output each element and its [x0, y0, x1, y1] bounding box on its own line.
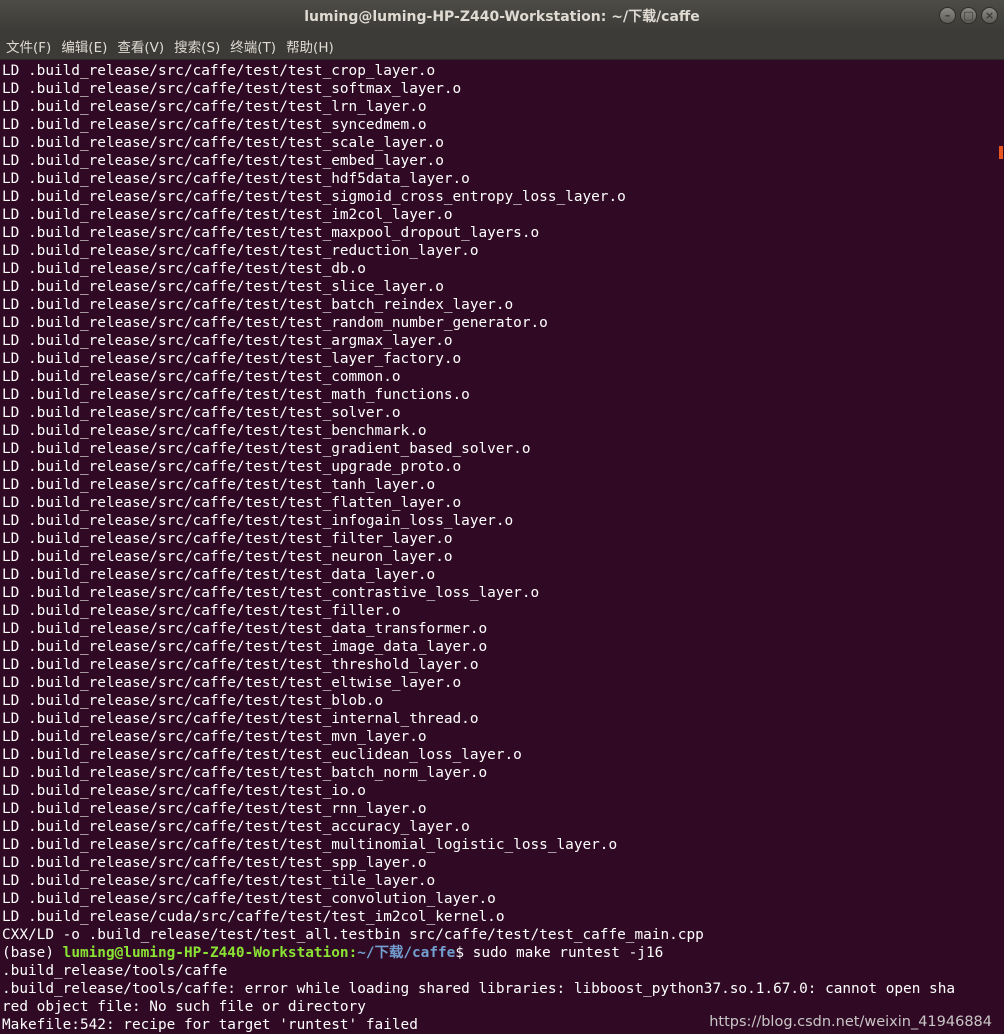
watermark: https://blog.csdn.net/weixin_41946884 — [707, 1014, 994, 1030]
terminal-line: LD .build_release/src/caffe/test/test_ma… — [2, 387, 470, 403]
prompt-user-host: luming@luming-HP-Z440-Workstation — [62, 945, 349, 961]
prompt-symbol: $ — [455, 945, 473, 961]
terminal-line: LD .build_release/src/caffe/test/test_sc… — [2, 135, 444, 151]
terminal-line: LD .build_release/src/caffe/test/test_mv… — [2, 729, 427, 745]
terminal-line: LD .build_release/src/caffe/test/test_eu… — [2, 747, 522, 763]
terminal-line: LD .build_release/src/caffe/test/test_da… — [2, 621, 488, 637]
terminal-line: LD .build_release/src/caffe/test/test_ta… — [2, 477, 436, 493]
prompt-line: (base) luming@luming-HP-Z440-Workstation… — [2, 944, 998, 962]
scrollbar-thumb[interactable] — [999, 146, 1003, 159]
terminal-line: LD .build_release/src/caffe/test/test_ma… — [2, 225, 540, 241]
window-controls: – □ × — [939, 7, 998, 24]
terminal-line: LD .build_release/src/caffe/test/test_el… — [2, 675, 462, 691]
terminal-line: LD .build_release/src/caffe/test/test_bl… — [2, 693, 384, 709]
terminal-line: LD .build_release/src/caffe/test/test_fi… — [2, 603, 401, 619]
terminal-line: LD .build_release/src/caffe/test/test_ac… — [2, 819, 470, 835]
terminal-line: LD .build_release/src/caffe/test/test_up… — [2, 459, 462, 475]
terminal-line: LD .build_release/src/caffe/test/test_im… — [2, 639, 488, 655]
terminal-line: LD .build_release/src/caffe/test/test_co… — [2, 369, 401, 385]
terminal-line: LD .build_release/src/caffe/test/test_gr… — [2, 441, 531, 457]
terminal-line: CXX/LD -o .build_release/test/test_all.t… — [2, 927, 704, 943]
terminal-line: LD .build_release/src/caffe/test/test_sl… — [2, 279, 444, 295]
terminal-line: LD .build_release/src/caffe/test/test_fi… — [2, 531, 453, 547]
close-icon[interactable]: × — [981, 7, 998, 24]
terminal-line: LD .build_release/src/caffe/test/test_da… — [2, 567, 436, 583]
prompt-command: sudo make runtest -j16 — [472, 945, 664, 961]
terminal-line: LD .build_release/src/caffe/test/test_so… — [2, 81, 462, 97]
terminal-line: LD .build_release/src/caffe/test/test_th… — [2, 657, 479, 673]
prompt-env: (base) — [2, 945, 63, 961]
terminal-line: LD .build_release/src/caffe/test/test_ra… — [2, 315, 548, 331]
terminal-line: .build_release/tools/caffe — [2, 963, 228, 979]
terminal-line: .build_release/tools/caffe: error while … — [2, 981, 956, 997]
window-title: luming@luming-HP-Z440-Workstation: ~/下载/… — [304, 9, 700, 25]
terminal-line: LD .build_release/src/caffe/test/test_cr… — [2, 63, 436, 79]
minimize-icon[interactable]: – — [939, 7, 956, 24]
menubar: 文件(F) 编辑(E) 查看(V) 搜索(S) 终端(T) 帮助(H) — [0, 32, 1004, 60]
terminal-line: LD .build_release/src/caffe/test/test_so… — [2, 405, 401, 421]
prompt-path: ~/下载/caffe — [357, 945, 456, 961]
terminal-line: LD .build_release/src/caffe/test/test_hd… — [2, 171, 470, 187]
terminal-line: LD .build_release/src/caffe/test/test_fl… — [2, 495, 462, 511]
terminal-line: LD .build_release/src/caffe/test/test_in… — [2, 711, 479, 727]
menu-edit[interactable]: 编辑(E) — [61, 36, 107, 56]
terminal-line: LD .build_release/src/caffe/test/test_im… — [2, 207, 453, 223]
terminal-line: LD .build_release/src/caffe/test/test_ba… — [2, 765, 488, 781]
terminal-output[interactable]: LD .build_release/src/caffe/test/test_cr… — [2, 62, 998, 1034]
terminal-line: LD .build_release/cuda/src/caffe/test/te… — [2, 909, 505, 925]
menu-help[interactable]: 帮助(H) — [286, 36, 334, 56]
terminal-line: LD .build_release/src/caffe/test/test_co… — [2, 585, 540, 601]
terminal-line: LD .build_release/src/caffe/test/test_si… — [2, 189, 626, 205]
menu-search[interactable]: 搜索(S) — [174, 36, 220, 56]
terminal-line: LD .build_release/src/caffe/test/test_db… — [2, 261, 366, 277]
terminal-line: LD .build_release/src/caffe/test/test_lr… — [2, 99, 427, 115]
terminal-line: LD .build_release/src/caffe/test/test_io… — [2, 783, 366, 799]
maximize-icon[interactable]: □ — [960, 7, 977, 24]
terminal-line: LD .build_release/src/caffe/test/test_ti… — [2, 873, 436, 889]
terminal-line: LD .build_release/src/caffe/test/test_co… — [2, 891, 496, 907]
terminal-line: LD .build_release/src/caffe/test/test_re… — [2, 243, 479, 259]
menu-terminal[interactable]: 终端(T) — [230, 36, 276, 56]
terminal-line: LD .build_release/src/caffe/test/test_sp… — [2, 855, 427, 871]
terminal-line: LD .build_release/src/caffe/test/test_ar… — [2, 333, 453, 349]
terminal-line: LD .build_release/src/caffe/test/test_rn… — [2, 801, 427, 817]
menu-view[interactable]: 查看(V) — [117, 36, 164, 56]
terminal-line: LD .build_release/src/caffe/test/test_sy… — [2, 117, 427, 133]
terminal-line: LD .build_release/src/caffe/test/test_in… — [2, 513, 514, 529]
prompt-separator: : — [348, 945, 358, 961]
menu-file[interactable]: 文件(F) — [6, 36, 51, 56]
terminal-line: LD .build_release/src/caffe/test/test_ba… — [2, 297, 514, 313]
terminal-line: LD .build_release/src/caffe/test/test_la… — [2, 351, 462, 367]
terminal-line: LD .build_release/src/caffe/test/test_mu… — [2, 837, 618, 853]
window-titlebar[interactable]: luming@luming-HP-Z440-Workstation: ~/下载/… — [0, 0, 1004, 32]
terminal-line: LD .build_release/src/caffe/test/test_em… — [2, 153, 444, 169]
terminal-line: LD .build_release/src/caffe/test/test_ne… — [2, 549, 453, 565]
terminal-line: LD .build_release/src/caffe/test/test_be… — [2, 423, 427, 439]
